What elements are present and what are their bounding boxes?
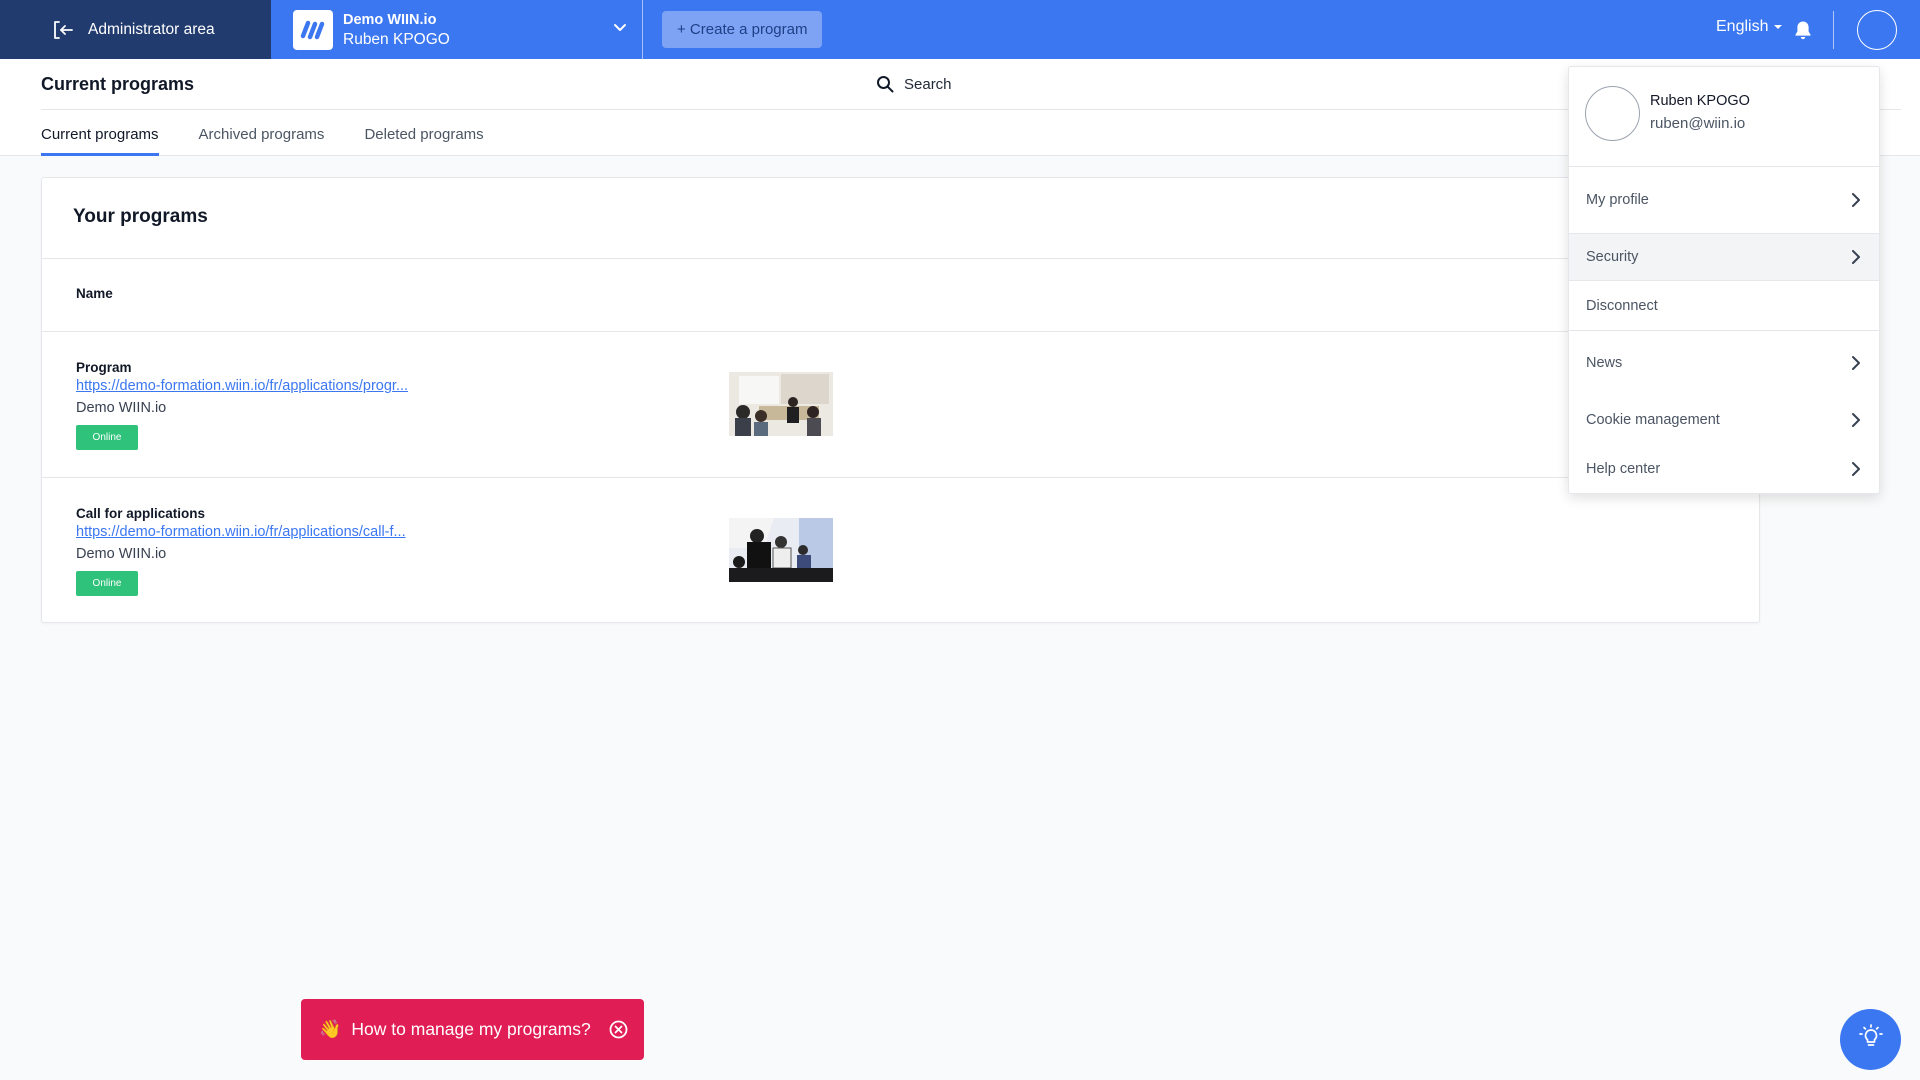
- card-divider: [42, 258, 1759, 259]
- create-program-button[interactable]: + Create a program: [662, 11, 823, 48]
- language-label: English: [1716, 18, 1769, 35]
- organization-user: Ruben KPOGO: [343, 30, 450, 48]
- program-thumbnail: [729, 372, 833, 436]
- status-badge: Online: [76, 571, 138, 596]
- table-row[interactable]: Call for applications https://demo-forma…: [42, 478, 1759, 623]
- menu-item-security[interactable]: Security: [1569, 233, 1879, 281]
- status-badge: Online: [76, 425, 138, 450]
- help-banner[interactable]: 👋 How to manage my programs?: [301, 999, 644, 1060]
- logout-icon: [52, 20, 74, 40]
- avatar: [1585, 86, 1640, 141]
- user-name: Ruben KPOGO: [1650, 93, 1750, 109]
- menu-item-cookie-management[interactable]: Cookie management: [1569, 395, 1879, 445]
- lightbulb-help-button[interactable]: [1840, 1009, 1901, 1070]
- menu-item-label: My profile: [1586, 192, 1649, 208]
- menu-item-label: Disconnect: [1586, 297, 1658, 314]
- chevron-right-icon: [1851, 461, 1861, 477]
- program-organization: Demo WIIN.io: [76, 400, 167, 416]
- chevron-right-icon: [1851, 192, 1861, 208]
- program-link[interactable]: https://demo-formation.wiin.io/fr/applic…: [76, 524, 406, 540]
- search-icon: [876, 75, 894, 93]
- menu-item-label: Cookie management: [1586, 412, 1720, 428]
- lightbulb-icon: [1858, 1024, 1883, 1055]
- menu-item-label: Security: [1586, 249, 1639, 265]
- programs-card: Your programs Name Program https://demo-…: [41, 177, 1760, 623]
- search-placeholder: Search: [904, 75, 952, 93]
- chevron-down-icon: [612, 19, 628, 35]
- help-banner-label: How to manage my programs?: [351, 1019, 591, 1039]
- menu-item-my-profile[interactable]: My profile: [1569, 167, 1879, 233]
- chevron-right-icon: [1851, 355, 1861, 371]
- bell-icon[interactable]: [1794, 20, 1812, 40]
- menu-item-news[interactable]: News: [1569, 331, 1879, 395]
- card-title: Your programs: [73, 206, 208, 227]
- program-name: Call for applications: [76, 506, 206, 521]
- tab-current-programs[interactable]: Current programs: [41, 126, 159, 156]
- user-email: ruben@wiin.io: [1650, 115, 1746, 132]
- menu-item-disconnect[interactable]: Disconnect: [1569, 281, 1879, 331]
- column-header-name: Name: [76, 286, 113, 301]
- tab-archived-programs[interactable]: Archived programs: [199, 126, 325, 156]
- program-link[interactable]: https://demo-formation.wiin.io/fr/applic…: [76, 378, 408, 394]
- user-menu-header: Ruben KPOGO ruben@wiin.io: [1569, 67, 1879, 167]
- menu-item-help-center[interactable]: Help center: [1569, 445, 1879, 493]
- caret-down-icon: [1774, 25, 1783, 29]
- wave-hand-icon: 👋: [319, 1019, 342, 1039]
- chevron-right-icon: [1851, 249, 1861, 265]
- chevron-right-icon: [1851, 412, 1861, 428]
- top-bar: Administrator area Demo WIIN.io Ruben KP…: [0, 0, 1920, 59]
- administrator-area-link[interactable]: Administrator area: [0, 0, 269, 59]
- user-avatar-button[interactable]: [1857, 10, 1897, 50]
- menu-item-label: Help center: [1586, 461, 1661, 477]
- table-row[interactable]: Program https://demo-formation.wiin.io/f…: [42, 332, 1759, 477]
- topbar-divider: [1833, 11, 1834, 49]
- search-input[interactable]: Search: [876, 75, 952, 93]
- menu-item-label: News: [1586, 355, 1623, 371]
- page-title: Current programs: [41, 74, 195, 94]
- program-organization: Demo WIIN.io: [76, 546, 167, 562]
- organization-switcher[interactable]: Demo WIIN.io Ruben KPOGO: [269, 0, 643, 59]
- program-thumbnail: [729, 518, 833, 582]
- close-circle-icon[interactable]: [609, 1020, 628, 1039]
- language-selector[interactable]: English: [1716, 18, 1783, 36]
- user-menu-dropdown: Ruben KPOGO ruben@wiin.io My profile Sec…: [1568, 66, 1880, 494]
- program-tabs: Current programs Archived programs Delet…: [41, 126, 524, 156]
- organization-name: Demo WIIN.io: [343, 11, 437, 28]
- tab-deleted-programs[interactable]: Deleted programs: [364, 126, 483, 156]
- program-name: Program: [76, 360, 132, 375]
- administrator-area-label: Administrator area: [88, 20, 215, 38]
- wiin-logo-icon: [293, 9, 333, 50]
